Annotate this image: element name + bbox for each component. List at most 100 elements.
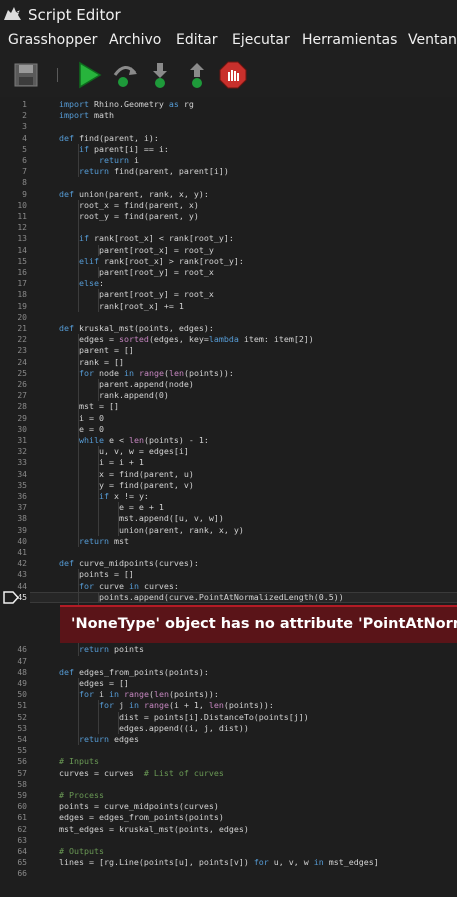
line-number: 46 [17, 645, 27, 655]
code-line[interactable]: mst = [] [59, 401, 119, 412]
run-icon[interactable] [75, 61, 103, 89]
code-line[interactable]: points = curve_midpoints(curves) [59, 801, 219, 812]
code-editor[interactable]: 1 2 3 4 5 6 7 8 9 10 11 12 13 14 15 16 17 18 19 20 21 22 23 24 2… [0, 97, 457, 897]
stop-icon[interactable] [219, 61, 247, 89]
line-number: 6 [22, 156, 27, 165]
code-line[interactable]: root_x = find(parent, x) [59, 200, 199, 211]
code-line[interactable]: parent = [] [59, 345, 134, 356]
code-line[interactable]: root_y = find(parent, y) [59, 211, 199, 222]
code-line[interactable]: return i [59, 155, 139, 166]
line-number: 62 [17, 824, 27, 834]
step-out-icon[interactable] [183, 61, 211, 89]
code-line[interactable]: # Process [59, 790, 104, 801]
line-number: 39 [17, 525, 27, 535]
step-into-icon[interactable] [146, 61, 174, 89]
code-line[interactable]: edges = edges_from_points(points) [59, 812, 224, 823]
code-line[interactable]: for i in range(len(points)): [59, 689, 219, 700]
code-line[interactable]: import math [59, 110, 114, 121]
code-line[interactable]: i = i + 1 [59, 457, 144, 468]
line-number: 53 [17, 723, 27, 733]
menu-editar[interactable]: Editar [176, 32, 217, 48]
indent-guide [97, 289, 99, 312]
line-number: 16 [17, 268, 27, 277]
menu-ventana[interactable]: Ventana [408, 32, 457, 48]
code-line[interactable]: # Inputs [59, 756, 99, 767]
code-line[interactable]: e = e + 1 [59, 502, 164, 513]
code-line[interactable]: mst.append([u, v, w]) [59, 513, 224, 524]
code-line[interactable]: return edges [59, 734, 139, 745]
line-number: 47 [17, 656, 27, 666]
code-line[interactable]: def curve_midpoints(curves): [59, 558, 199, 569]
line-number: 2 [22, 111, 27, 121]
line-number: 1 [22, 100, 27, 109]
code-line[interactable]: def find(parent, i): [59, 133, 159, 144]
code-line[interactable]: elif rank[root_x] > rank[root_y]: [59, 256, 244, 267]
line-number: 28 [17, 402, 27, 412]
code-line[interactable]: mst_edges = kruskal_mst(points, edges) [59, 824, 249, 835]
code-line[interactable]: return find(parent, parent[i]) [59, 166, 229, 177]
error-message-bar: 'NoneType' object has no attribute 'Poin… [60, 604, 457, 643]
code-line[interactable]: if parent[i] == i: [59, 144, 169, 155]
menu-archivo[interactable]: Archivo [109, 32, 161, 48]
code-line[interactable]: edges = [] [59, 678, 129, 689]
line-number: 38 [17, 514, 27, 524]
code-line[interactable]: for j in range(i + 1, len(points)): [59, 700, 274, 711]
code-line[interactable]: while e < len(points) - 1: [59, 435, 209, 446]
code-line[interactable]: x = find(parent, u) [59, 469, 194, 480]
code-line[interactable]: edges.append((i, j, dist)) [59, 723, 249, 734]
line-number: 49 [17, 679, 27, 688]
line-number: 30 [17, 424, 27, 434]
save-icon[interactable] [12, 61, 40, 89]
code-line[interactable]: else: [59, 278, 104, 289]
code-line[interactable]: parent[root_y] = root_x [59, 289, 214, 300]
indent-guide [77, 334, 79, 547]
code-line[interactable]: if x != y: [59, 491, 149, 502]
code-line[interactable]: union(parent, rank, x, y) [59, 525, 244, 536]
code-line[interactable]: y = find(parent, v) [59, 480, 194, 491]
menu-ejecutar[interactable]: Ejecutar [232, 32, 290, 48]
code-line[interactable]: lines = [rg.Line(points[u], points[v]) f… [59, 857, 379, 868]
window-title: Script Editor [28, 6, 121, 24]
code-line[interactable]: points = [] [59, 569, 134, 580]
menu-herramientas[interactable]: Herramientas [302, 32, 397, 48]
code-line[interactable]: curves = curves # List of curves [59, 768, 224, 779]
line-number: 36 [17, 492, 27, 501]
line-number: 3 [22, 122, 27, 132]
code-line[interactable]: if rank[root_x] < rank[root_y]: [59, 233, 234, 244]
line-number: 4 [22, 133, 27, 143]
code-line[interactable]: edges = sorted(edges, key=lambda item: i… [59, 334, 314, 345]
code-line[interactable]: def kruskal_mst(points, edges): [59, 323, 214, 334]
code-line[interactable]: parent[root_x] = root_y [59, 245, 214, 256]
code-line[interactable]: for node in range(len(points)): [59, 368, 234, 379]
line-number: 40 [17, 536, 27, 546]
code-line[interactable]: parent.append(node) [59, 379, 194, 390]
code-line[interactable]: points.append(curve.PointAtNormalizedLen… [59, 592, 344, 603]
line-number: 20 [17, 312, 27, 322]
indent-guide [97, 244, 99, 256]
code-line[interactable]: def edges_from_points(points): [59, 667, 209, 678]
code-line[interactable]: i = 0 [59, 413, 104, 424]
line-number: 55 [17, 746, 27, 756]
line-number: 22 [17, 335, 27, 345]
code-line[interactable]: e = 0 [59, 424, 104, 435]
code-line[interactable]: rank.append(0) [59, 390, 169, 401]
indent-guide [97, 379, 99, 402]
line-number: 54 [17, 735, 27, 744]
code-line[interactable]: def union(parent, rank, x, y): [59, 189, 209, 200]
code-line[interactable]: return mst [59, 536, 129, 547]
line-number: 18 [17, 290, 27, 300]
menu-grasshopper[interactable]: Grasshopper [8, 32, 97, 48]
code-line[interactable]: dist = points[i].DistanceTo(points[j]) [59, 712, 309, 723]
line-number: 14 [17, 245, 27, 255]
code-line[interactable]: # Outputs [59, 846, 104, 857]
line-number: 58 [17, 779, 27, 789]
line-number: 64 [17, 847, 27, 856]
line-number: 12 [17, 223, 27, 233]
line-number: 51 [17, 701, 27, 711]
step-over-icon[interactable] [111, 61, 139, 89]
code-line[interactable]: parent[root_y] = root_x [59, 267, 214, 278]
code-line[interactable]: import Rhino.Geometry as rg [59, 99, 194, 110]
error-message: 'NoneType' object has no attribute 'Poin… [71, 615, 457, 632]
code-line[interactable]: return points [59, 644, 144, 655]
code-line[interactable]: rank = [] [59, 357, 124, 368]
